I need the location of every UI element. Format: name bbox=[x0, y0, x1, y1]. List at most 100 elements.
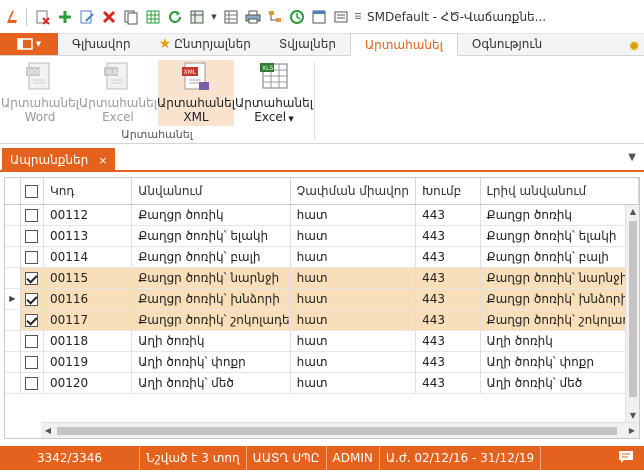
dropdown-arrow-icon[interactable]: ▼ bbox=[209, 7, 219, 27]
cell-unit[interactable]: հատ bbox=[290, 225, 417, 247]
hierarchy-icon[interactable] bbox=[265, 7, 285, 27]
delete-icon[interactable] bbox=[99, 7, 119, 27]
table-row[interactable]: 00112 Քաղցր ծոռիկ հատ 443 Քաղցր ծոռիկ bbox=[5, 204, 639, 226]
cell-full-name[interactable]: Քաղցր ծոռիկ՝ նարնջի bbox=[480, 267, 639, 289]
row-checkbox[interactable] bbox=[25, 208, 39, 222]
row-checkbox[interactable] bbox=[25, 292, 39, 306]
table-row[interactable]: 00114 Քաղցր ծոռիկ՝ բալի հատ 443 Քաղցր ծոռիկ՝… bbox=[5, 246, 639, 268]
close-icon[interactable]: × bbox=[98, 154, 107, 167]
export-xml-button[interactable]: XML Արտահանել XML bbox=[157, 60, 235, 126]
cell-unit[interactable]: հատ bbox=[290, 330, 417, 352]
table-export-icon[interactable] bbox=[221, 7, 241, 27]
gear-icon[interactable]: ✹ bbox=[628, 39, 640, 55]
table-row[interactable]: 00119 Աղի ծոռիկ՝ փոքր հատ 443 Աղի ծոռիկ՝ փոք… bbox=[5, 351, 639, 373]
cell-unit[interactable]: հատ bbox=[290, 372, 417, 394]
vertical-scrollbar[interactable]: ▲ ▼ bbox=[625, 205, 639, 423]
cell-full-name[interactable]: Քաղցր ծոռիկ՝ բալի bbox=[480, 246, 639, 268]
cell-name[interactable]: Քաղցր ծոռիկ՝ ելակի bbox=[131, 225, 291, 247]
customize-dropdown-icon[interactable]: ☰ bbox=[353, 7, 363, 27]
cell-code[interactable]: 00115 bbox=[43, 267, 133, 289]
vertical-scroll-thumb[interactable] bbox=[629, 221, 637, 397]
add-icon[interactable] bbox=[55, 7, 75, 27]
cell-group[interactable]: 443 bbox=[415, 330, 481, 352]
history-icon[interactable] bbox=[287, 7, 307, 27]
cell-unit[interactable]: հատ bbox=[290, 288, 417, 310]
cell-full-name[interactable]: Աղի ծոռիկ՝ մեծ bbox=[480, 372, 639, 394]
cell-unit[interactable]: հատ bbox=[290, 351, 417, 373]
cell-name[interactable]: Քաղցր ծոռիկ՝ բալի bbox=[131, 246, 291, 268]
column-header-code[interactable]: Կոդ bbox=[43, 178, 133, 205]
horizontal-scroll-thumb[interactable] bbox=[57, 427, 617, 435]
scroll-up-icon[interactable]: ▲ bbox=[626, 205, 639, 219]
cell-code[interactable]: 00118 bbox=[43, 330, 133, 352]
cell-group[interactable]: 443 bbox=[415, 246, 481, 268]
row-checkbox[interactable] bbox=[25, 313, 39, 327]
row-checkbox-cell[interactable] bbox=[20, 204, 44, 226]
scroll-left-icon[interactable]: ◀ bbox=[41, 423, 55, 438]
cell-group[interactable]: 443 bbox=[415, 204, 481, 226]
row-checkbox-cell[interactable] bbox=[20, 288, 44, 310]
row-checkbox-cell[interactable] bbox=[20, 351, 44, 373]
tab-favorites[interactable]: ★ Ընտրյալներ bbox=[145, 33, 265, 55]
print-icon[interactable] bbox=[243, 7, 263, 27]
row-checkbox[interactable] bbox=[25, 229, 39, 243]
export-word-button[interactable]: DOC Արտահանել Word bbox=[1, 60, 79, 126]
copy-icon[interactable] bbox=[121, 7, 141, 27]
row-checkbox[interactable] bbox=[25, 271, 39, 285]
cell-name[interactable]: Աղի ծոռիկ՝ մեծ bbox=[131, 372, 291, 394]
export-excel-button[interactable]: XLS Արտահանել Excel bbox=[79, 60, 157, 126]
cell-group[interactable]: 443 bbox=[415, 372, 481, 394]
settings-menu-icon[interactable] bbox=[331, 7, 351, 27]
export-excel-small-icon[interactable] bbox=[187, 7, 207, 27]
cell-group[interactable]: 443 bbox=[415, 288, 481, 310]
cell-code[interactable]: 00119 bbox=[43, 351, 133, 373]
row-checkbox-cell[interactable] bbox=[20, 309, 44, 331]
cell-name[interactable]: Քաղցր ծոռիկ՝ խնձորի bbox=[131, 288, 291, 310]
cell-name[interactable]: Քաղցր ծոռիկ՝ շոկոլադե bbox=[131, 309, 291, 331]
row-checkbox-cell[interactable] bbox=[20, 330, 44, 352]
export-excel-table-button[interactable]: XLS Արտահանել Excel ▼ bbox=[235, 60, 313, 126]
cell-unit[interactable]: հատ bbox=[290, 204, 417, 226]
row-checkbox[interactable] bbox=[25, 334, 39, 348]
cell-group[interactable]: 443 bbox=[415, 351, 481, 373]
cell-full-name[interactable]: Աղի ծոռիկ bbox=[480, 330, 639, 352]
grid-view-icon[interactable] bbox=[143, 7, 163, 27]
row-checkbox-cell[interactable] bbox=[20, 246, 44, 268]
form-view-icon[interactable] bbox=[309, 7, 329, 27]
table-row[interactable]: 00117 Քաղցր ծոռիկ՝ շոկոլադե հատ 443 Քաղցր ծո… bbox=[5, 309, 639, 331]
refresh-icon[interactable] bbox=[165, 7, 185, 27]
row-checkbox-cell[interactable] bbox=[20, 225, 44, 247]
table-row[interactable]: 00118 Աղի ծոռիկ հատ 443 Աղի ծոռիկ bbox=[5, 330, 639, 352]
table-row[interactable]: ▶ 00116 Քաղցր ծոռիկ՝ խնձորի հատ 443 Քաղցր ծոռ… bbox=[5, 288, 639, 310]
column-header-group[interactable]: Խումբ bbox=[415, 178, 481, 205]
cell-unit[interactable]: հատ bbox=[290, 267, 417, 289]
cell-full-name[interactable]: Քաղցր ծոռիկ՝ շոկոլադե bbox=[480, 309, 639, 331]
cell-code[interactable]: 00112 bbox=[43, 204, 133, 226]
cell-unit[interactable]: հատ bbox=[290, 246, 417, 268]
tab-help[interactable]: Օգնություն bbox=[458, 33, 556, 55]
cell-name[interactable]: Աղի ծոռիկ՝ փոքր bbox=[131, 351, 291, 373]
row-checkbox[interactable] bbox=[25, 376, 39, 390]
tab-main[interactable]: Գլխավոր bbox=[58, 33, 145, 55]
cell-full-name[interactable]: Քաղցր ծոռիկ՝ ելակի bbox=[480, 225, 639, 247]
edit-icon[interactable] bbox=[77, 7, 97, 27]
cell-name[interactable]: Աղի ծոռիկ bbox=[131, 330, 291, 352]
chat-icon[interactable] bbox=[618, 450, 634, 467]
cell-code[interactable]: 00117 bbox=[43, 309, 133, 331]
horizontal-scrollbar[interactable]: ◀ ▶ bbox=[41, 422, 639, 438]
row-checkbox-cell[interactable] bbox=[20, 372, 44, 394]
cell-full-name[interactable]: Աղի ծոռիկ՝ փոքր bbox=[480, 351, 639, 373]
table-row[interactable]: 00120 Աղի ծոռիկ՝ մեծ հատ 443 Աղի ծոռիկ՝ մեծ bbox=[5, 372, 639, 394]
table-row[interactable]: 00115 Քաղցր ծոռիկ՝ նարնջի հատ 443 Քաղցր ծոռի… bbox=[5, 267, 639, 289]
row-checkbox-cell[interactable] bbox=[20, 267, 44, 289]
row-checkbox[interactable] bbox=[25, 250, 39, 264]
cell-code[interactable]: 00116 bbox=[43, 288, 133, 310]
column-header-unit[interactable]: Չափման միավոր bbox=[290, 178, 417, 205]
row-checkbox[interactable] bbox=[25, 355, 39, 369]
cell-full-name[interactable]: Քաղցր ծոռիկ՝ խնձորի bbox=[480, 288, 639, 310]
cell-name[interactable]: Քաղցր ծոռիկ՝ նարնջի bbox=[131, 267, 291, 289]
cell-code[interactable]: 00120 bbox=[43, 372, 133, 394]
cell-group[interactable]: 443 bbox=[415, 309, 481, 331]
scroll-right-icon[interactable]: ▶ bbox=[625, 423, 639, 438]
tab-data[interactable]: Տվյալներ bbox=[265, 33, 350, 55]
